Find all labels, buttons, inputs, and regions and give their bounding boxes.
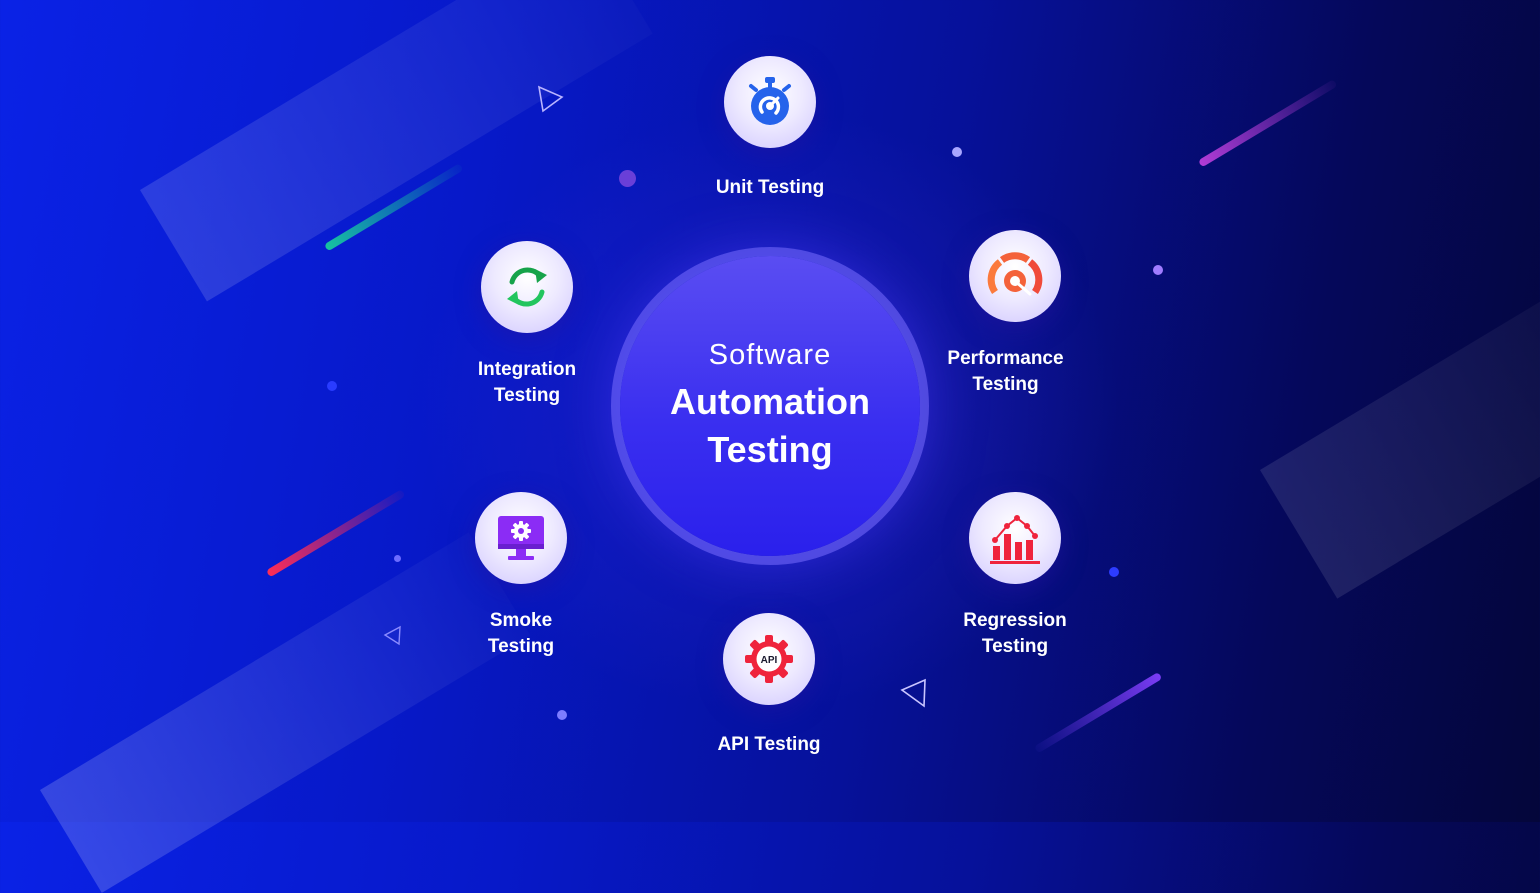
node-performance-testing-circle [969,230,1061,322]
decorative-streak [1197,79,1338,168]
triangle-outline-icon [383,625,401,646]
node-smoke-testing-circle [475,492,567,584]
hub-title-line3: Testing [707,428,833,470]
node-api-testing-circle: API [723,613,815,705]
node-regression-testing: Regression Testing [915,492,1115,660]
decorative-dot [557,710,567,720]
node-unit-testing-circle [724,56,816,148]
decorative-dot [1153,265,1163,275]
bar-chart-icon [990,515,1040,564]
triangle-outline-icon [900,678,926,708]
node-integration-testing-circle [481,241,573,333]
node-unit-testing: Unit Testing [670,56,870,201]
node-integration-testing: Integration Testing [427,241,627,409]
hub-title-line1: Software [708,338,832,371]
center-hub: Software Automation Testing [620,256,920,556]
hub-title-line2: Automation [670,380,870,422]
node-smoke-testing-label: Smoke Testing [487,610,555,657]
monitor-gear-icon [498,516,544,560]
node-unit-testing-label: Unit Testing [715,177,825,198]
stopwatch-icon [749,77,791,125]
node-api-testing-label: API Testing [717,734,821,755]
triangle-outline-icon [537,85,564,113]
api-gear-icon: API [745,635,793,683]
api-icon-text: API [761,655,778,666]
node-regression-testing-label: Regression Testing [963,610,1067,657]
node-performance-testing: Performance Testing [915,230,1115,398]
decorative-dot [327,381,337,391]
decorative-streak [265,489,406,578]
node-performance-testing-label: Performance Testing [947,348,1064,395]
decorative-dot [952,147,962,157]
decorative-dot [394,555,401,562]
speedometer-icon [987,252,1043,296]
decorative-dot [619,170,636,187]
node-integration-testing-label: Integration Testing [477,359,577,406]
background-band [1260,284,1540,599]
decorative-streak [1033,671,1163,754]
refresh-icon [507,267,547,307]
node-regression-testing-circle [969,492,1061,584]
node-smoke-testing: Smoke Testing [421,492,621,660]
node-api-testing: API API Testing [669,613,869,758]
